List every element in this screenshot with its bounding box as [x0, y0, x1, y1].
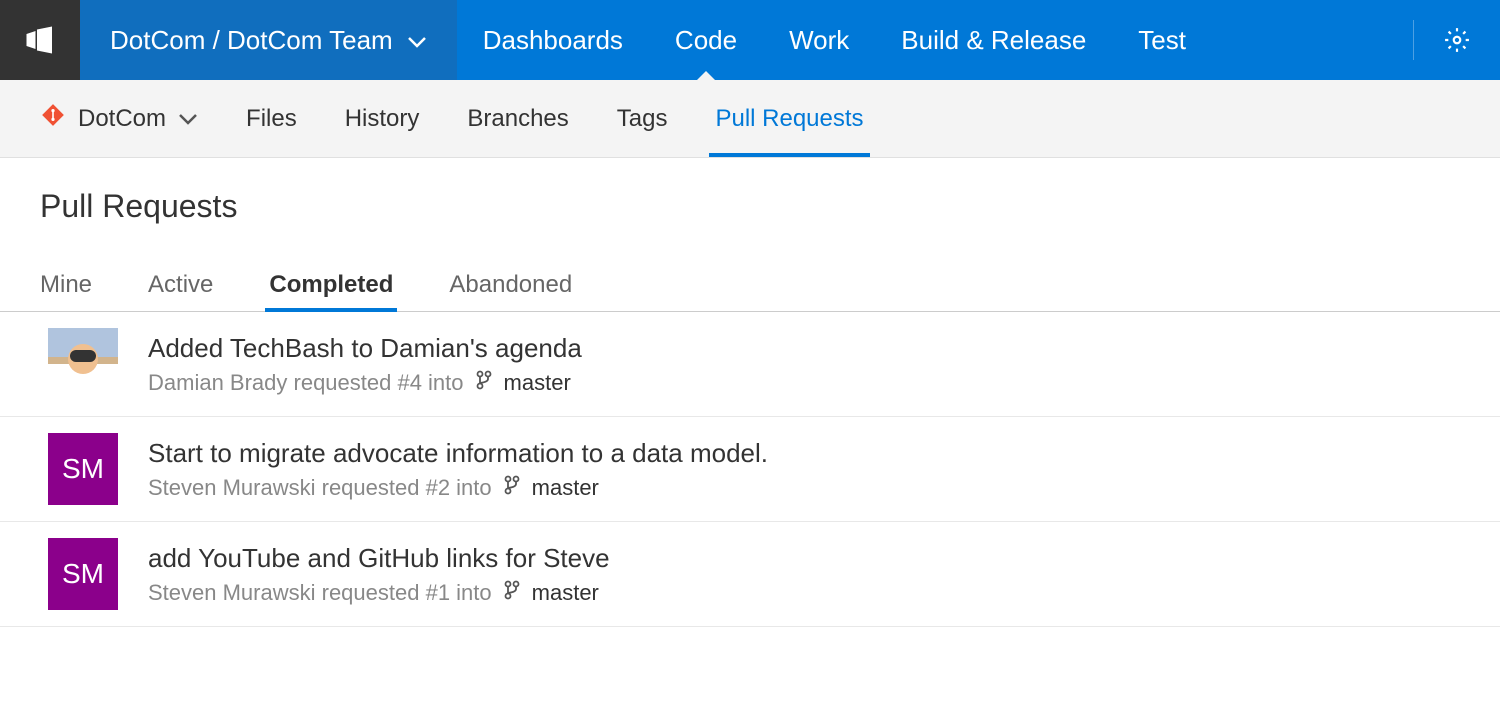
pr-title: Added TechBash to Damian's agenda [148, 333, 1452, 364]
filter-tabs: Mine Active Completed Abandoned [0, 271, 1500, 312]
nav-test[interactable]: Test [1112, 0, 1212, 80]
subnav-label: Tags [617, 105, 668, 133]
subnav-pull-requests[interactable]: Pull Requests [715, 80, 863, 157]
pr-requester-text: Steven Murawski requested #1 into [148, 580, 492, 606]
pull-request-row[interactable]: SM Start to migrate advocate information… [0, 417, 1500, 522]
chevron-down-icon [178, 105, 198, 133]
pr-meta: Steven Murawski requested #1 into master [148, 580, 1452, 606]
subnav-branches[interactable]: Branches [467, 80, 568, 157]
user-avatar: SM [48, 433, 118, 505]
branch-icon [502, 580, 522, 606]
subnav-label: Files [246, 105, 297, 133]
branch-icon [474, 370, 494, 396]
tab-label: Abandoned [449, 271, 572, 298]
sub-navigation: DotCom Files History Branches Tags Pull … [0, 80, 1500, 158]
nav-work[interactable]: Work [763, 0, 875, 80]
avatar-initials: SM [62, 453, 104, 485]
nav-label: Code [675, 25, 737, 56]
tab-active[interactable]: Active [148, 271, 213, 311]
pr-meta: Steven Murawski requested #2 into master [148, 475, 1452, 501]
nav-label: Dashboards [483, 25, 623, 56]
subnav-label: Branches [467, 105, 568, 133]
nav-label: Test [1138, 25, 1186, 56]
pr-branch: master [532, 580, 599, 606]
gear-icon [1444, 27, 1470, 53]
git-repo-icon [40, 102, 66, 135]
tab-abandoned[interactable]: Abandoned [449, 271, 572, 311]
pull-request-row[interactable]: Added TechBash to Damian's agenda Damian… [0, 312, 1500, 417]
pr-branch: master [532, 475, 599, 501]
tab-label: Mine [40, 271, 92, 298]
subnav-files[interactable]: Files [246, 80, 297, 157]
nav-dashboards[interactable]: Dashboards [457, 0, 649, 80]
pull-request-row[interactable]: SM add YouTube and GitHub links for Stev… [0, 522, 1500, 627]
tab-mine[interactable]: Mine [40, 271, 92, 311]
pr-title: add YouTube and GitHub links for Steve [148, 543, 1452, 574]
subnav-label: Pull Requests [715, 105, 863, 133]
project-selector[interactable]: DotCom / DotCom Team [80, 0, 457, 80]
project-breadcrumb: DotCom / DotCom Team [110, 25, 393, 56]
user-avatar [48, 328, 118, 400]
pr-info: add YouTube and GitHub links for Steve S… [148, 543, 1452, 606]
settings-button[interactable] [1414, 0, 1500, 80]
tab-label: Completed [269, 271, 393, 298]
avatar-initials: SM [62, 558, 104, 590]
pr-title: Start to migrate advocate information to… [148, 438, 1452, 469]
nav-items: Dashboards Code Work Build & Release Tes… [457, 0, 1413, 80]
user-avatar: SM [48, 538, 118, 610]
pr-requester-text: Damian Brady requested #4 into [148, 370, 464, 396]
nav-build-release[interactable]: Build & Release [875, 0, 1112, 80]
repo-selector[interactable]: DotCom [40, 102, 198, 135]
subnav-label: History [345, 105, 420, 133]
subnav-history[interactable]: History [345, 80, 420, 157]
vsts-logo-icon [22, 22, 58, 58]
content-area: Pull Requests Mine Active Completed Aban… [0, 158, 1500, 657]
nav-label: Work [789, 25, 849, 56]
repo-name: DotCom [78, 105, 166, 133]
nav-code[interactable]: Code [649, 0, 763, 80]
pr-info: Start to migrate advocate information to… [148, 438, 1452, 501]
pull-request-list: Added TechBash to Damian's agenda Damian… [0, 312, 1500, 627]
pr-branch: master [504, 370, 571, 396]
branch-icon [502, 475, 522, 501]
pr-info: Added TechBash to Damian's agenda Damian… [148, 333, 1452, 396]
tab-label: Active [148, 271, 213, 298]
subnav-tags[interactable]: Tags [617, 80, 668, 157]
pr-requester-text: Steven Murawski requested #2 into [148, 475, 492, 501]
vsts-logo[interactable] [0, 0, 80, 80]
page-title: Pull Requests [40, 188, 1460, 225]
top-navigation: DotCom / DotCom Team Dashboards Code Wor… [0, 0, 1500, 80]
pr-meta: Damian Brady requested #4 into master [148, 370, 1452, 396]
chevron-down-icon [407, 25, 427, 56]
tab-completed[interactable]: Completed [269, 271, 393, 311]
nav-label: Build & Release [901, 25, 1086, 56]
